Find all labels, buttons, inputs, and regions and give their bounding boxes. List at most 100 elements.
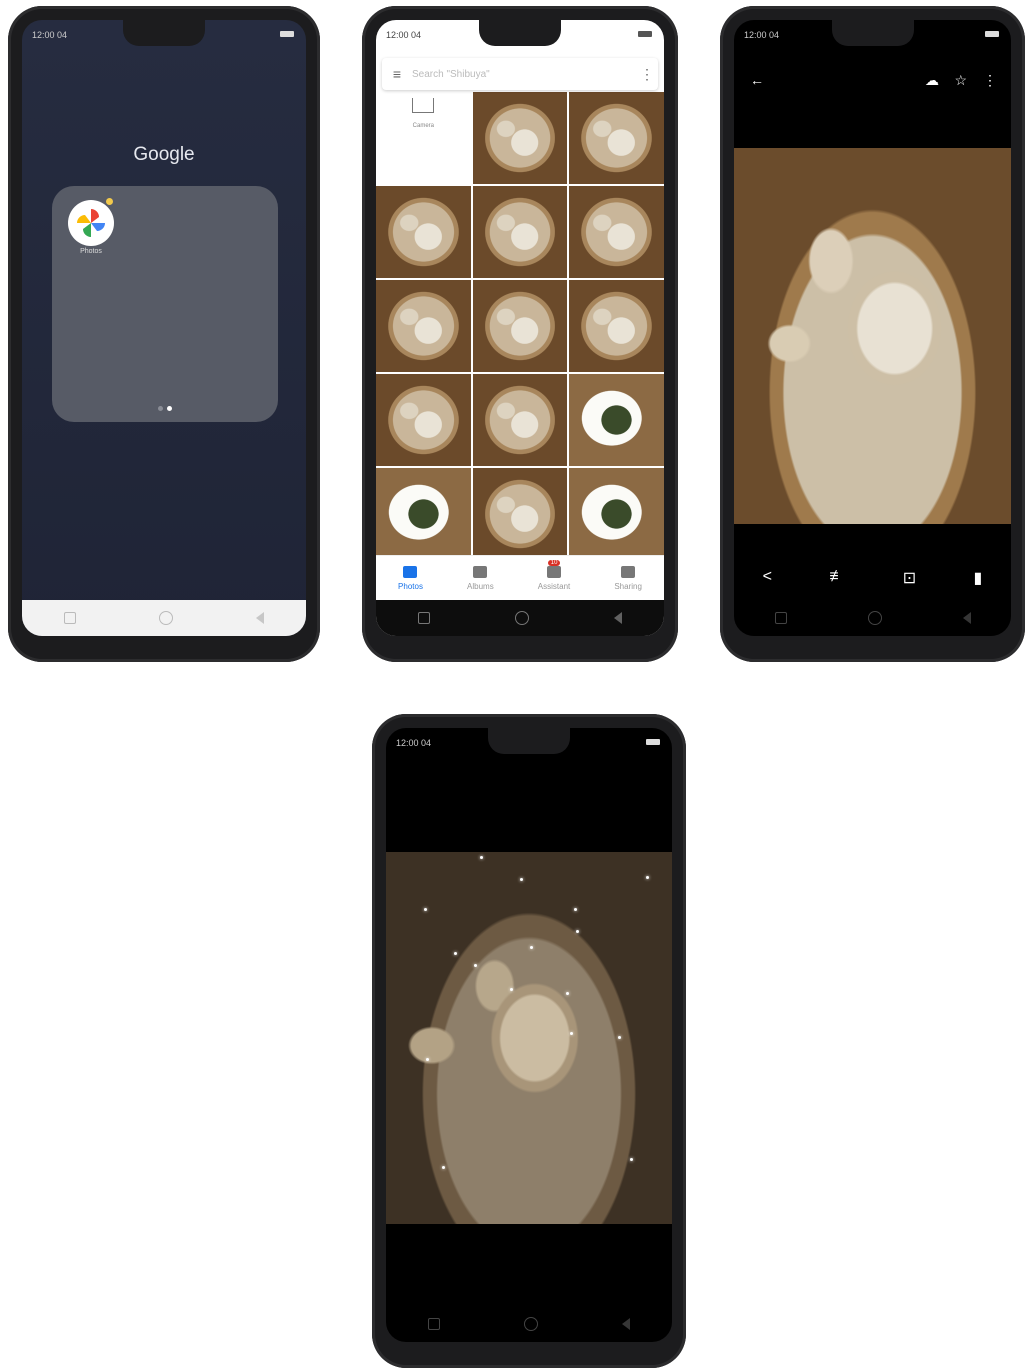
tab-label: Sharing	[614, 581, 642, 591]
recents-icon[interactable]	[418, 612, 431, 624]
notch	[488, 728, 570, 754]
status-time: 12:00 04	[396, 738, 432, 748]
star-icon[interactable]: ☆	[954, 72, 967, 89]
status-time: 12:00 04	[32, 30, 68, 40]
sparkle	[618, 1036, 621, 1039]
back-icon[interactable]	[622, 1318, 630, 1330]
battery-icon	[985, 31, 999, 37]
status-time: 12:00 04	[744, 30, 780, 40]
status-time: 12:00 04	[386, 30, 422, 40]
notification-badge: 10	[547, 559, 561, 566]
notch	[479, 20, 561, 46]
photo-grid: Camera	[376, 92, 664, 560]
tab-photos[interactable]: Photos	[398, 565, 423, 591]
photo-thumbnail[interactable]	[472, 374, 568, 466]
page-indicator	[52, 398, 278, 416]
sparkle	[442, 1166, 445, 1169]
photo-thumbnail[interactable]	[472, 186, 568, 278]
full-photo[interactable]	[734, 148, 1011, 524]
home-icon[interactable]	[867, 611, 882, 625]
google-photos-icon[interactable]	[68, 200, 114, 246]
system-nav-bar	[386, 1306, 672, 1342]
sparkle	[630, 1158, 633, 1161]
phone-photos-grid: 12:00 04 ≡ Search "Shibuya" ⋮ Camera Pho…	[362, 6, 678, 662]
tab-albums[interactable]: Albums	[467, 565, 494, 591]
sparkle	[424, 908, 427, 911]
phone-photo-sparkle: 12:00 04	[372, 714, 686, 1368]
phone-home-screen: 12:00 04 Google Photos	[8, 6, 320, 662]
system-nav-bar	[376, 600, 664, 636]
full-photo-dimmed[interactable]	[386, 852, 672, 1224]
hamburger-menu-icon[interactable]: ≡	[382, 66, 412, 82]
sparkle	[480, 856, 483, 859]
sparkle	[646, 876, 649, 879]
home-icon[interactable]	[524, 1317, 538, 1331]
photo-thumbnail[interactable]	[569, 92, 664, 184]
photo-thumbnail[interactable]	[569, 186, 664, 278]
tab-label: Photos	[398, 581, 423, 591]
recents-icon[interactable]	[63, 612, 76, 624]
photo-thumbnail[interactable]	[376, 186, 471, 278]
phone-photo-viewer: 12:00 04 ← ☁ ☆ ⋮ < ≢ ⊡ ▮	[720, 6, 1025, 662]
search-input[interactable]: Search "Shibuya"	[412, 69, 636, 80]
tab-label: Assistant	[537, 581, 571, 591]
sparkle	[474, 964, 477, 967]
photo-thumbnail[interactable]	[569, 280, 664, 372]
tab-assistant[interactable]: 10 Assistant	[537, 559, 571, 591]
bottom-navigation: Photos Albums 10 Assistant Sharing	[376, 555, 664, 600]
viewer-toolbar: ← ☁ ☆ ⋮	[734, 72, 1011, 92]
photos-tab-icon	[403, 565, 418, 578]
home-icon[interactable]	[158, 611, 173, 625]
back-icon[interactable]	[613, 612, 622, 624]
albums-tab-icon	[473, 565, 488, 578]
photo-thumbnail[interactable]	[376, 280, 471, 372]
sparkle	[530, 946, 533, 949]
camera-label: Camera	[412, 123, 434, 129]
page-dot	[158, 406, 163, 411]
tab-sharing[interactable]: Sharing	[614, 565, 642, 591]
photo-thumbnail[interactable]	[569, 468, 664, 560]
sparkle	[426, 1058, 429, 1061]
sparkle	[510, 988, 513, 991]
sparkle	[454, 952, 457, 955]
photos-screen: 12:00 04 ≡ Search "Shibuya" ⋮ Camera Pho…	[376, 20, 664, 636]
notch	[123, 20, 205, 46]
tab-label: Albums	[467, 581, 494, 591]
edit-sliders-icon[interactable]: ≢	[829, 568, 845, 588]
photo-thumbnail[interactable]	[569, 374, 664, 466]
back-icon[interactable]	[962, 612, 971, 624]
camera-folder-icon	[412, 98, 435, 113]
back-arrow-icon[interactable]: ←	[750, 72, 764, 88]
delete-icon[interactable]: ▮	[974, 568, 983, 588]
more-vert-icon[interactable]: ⋮	[983, 72, 997, 89]
notification-dot	[106, 198, 113, 205]
battery-icon	[280, 31, 294, 37]
photo-thumbnail[interactable]	[376, 468, 471, 560]
home-icon[interactable]	[514, 611, 529, 625]
page-dot-active	[167, 406, 172, 411]
assistant-tab-icon	[547, 565, 562, 578]
notch	[831, 20, 914, 46]
recents-icon[interactable]	[428, 1318, 440, 1330]
more-vert-icon[interactable]: ⋮	[636, 66, 658, 83]
battery-icon	[638, 31, 652, 37]
back-icon[interactable]	[256, 612, 265, 624]
photo-thumbnail[interactable]	[472, 468, 568, 560]
search-bar[interactable]: ≡ Search "Shibuya" ⋮	[382, 58, 658, 90]
photo-thumbnail[interactable]	[472, 92, 568, 184]
photo-thumbnail[interactable]	[376, 374, 471, 466]
recents-icon[interactable]	[774, 612, 787, 624]
share-icon[interactable]: <	[763, 568, 772, 588]
lens-icon[interactable]: ⊡	[903, 568, 916, 588]
viewer-actions: < ≢ ⊡ ▮	[734, 568, 1011, 588]
folder-title: Google	[133, 144, 195, 165]
sparkle	[566, 992, 569, 995]
sparkle	[570, 1032, 573, 1035]
app-folder[interactable]: Photos	[52, 186, 278, 422]
viewer-screen: 12:00 04 ← ☁ ☆ ⋮ < ≢ ⊡ ▮	[734, 20, 1011, 636]
camera-folder-tile[interactable]: Camera	[376, 92, 471, 184]
photo-thumbnail[interactable]	[472, 280, 568, 372]
home-screen: 12:00 04 Google Photos	[22, 20, 306, 636]
battery-icon	[646, 739, 660, 745]
cloud-upload-icon[interactable]: ☁	[925, 72, 939, 89]
